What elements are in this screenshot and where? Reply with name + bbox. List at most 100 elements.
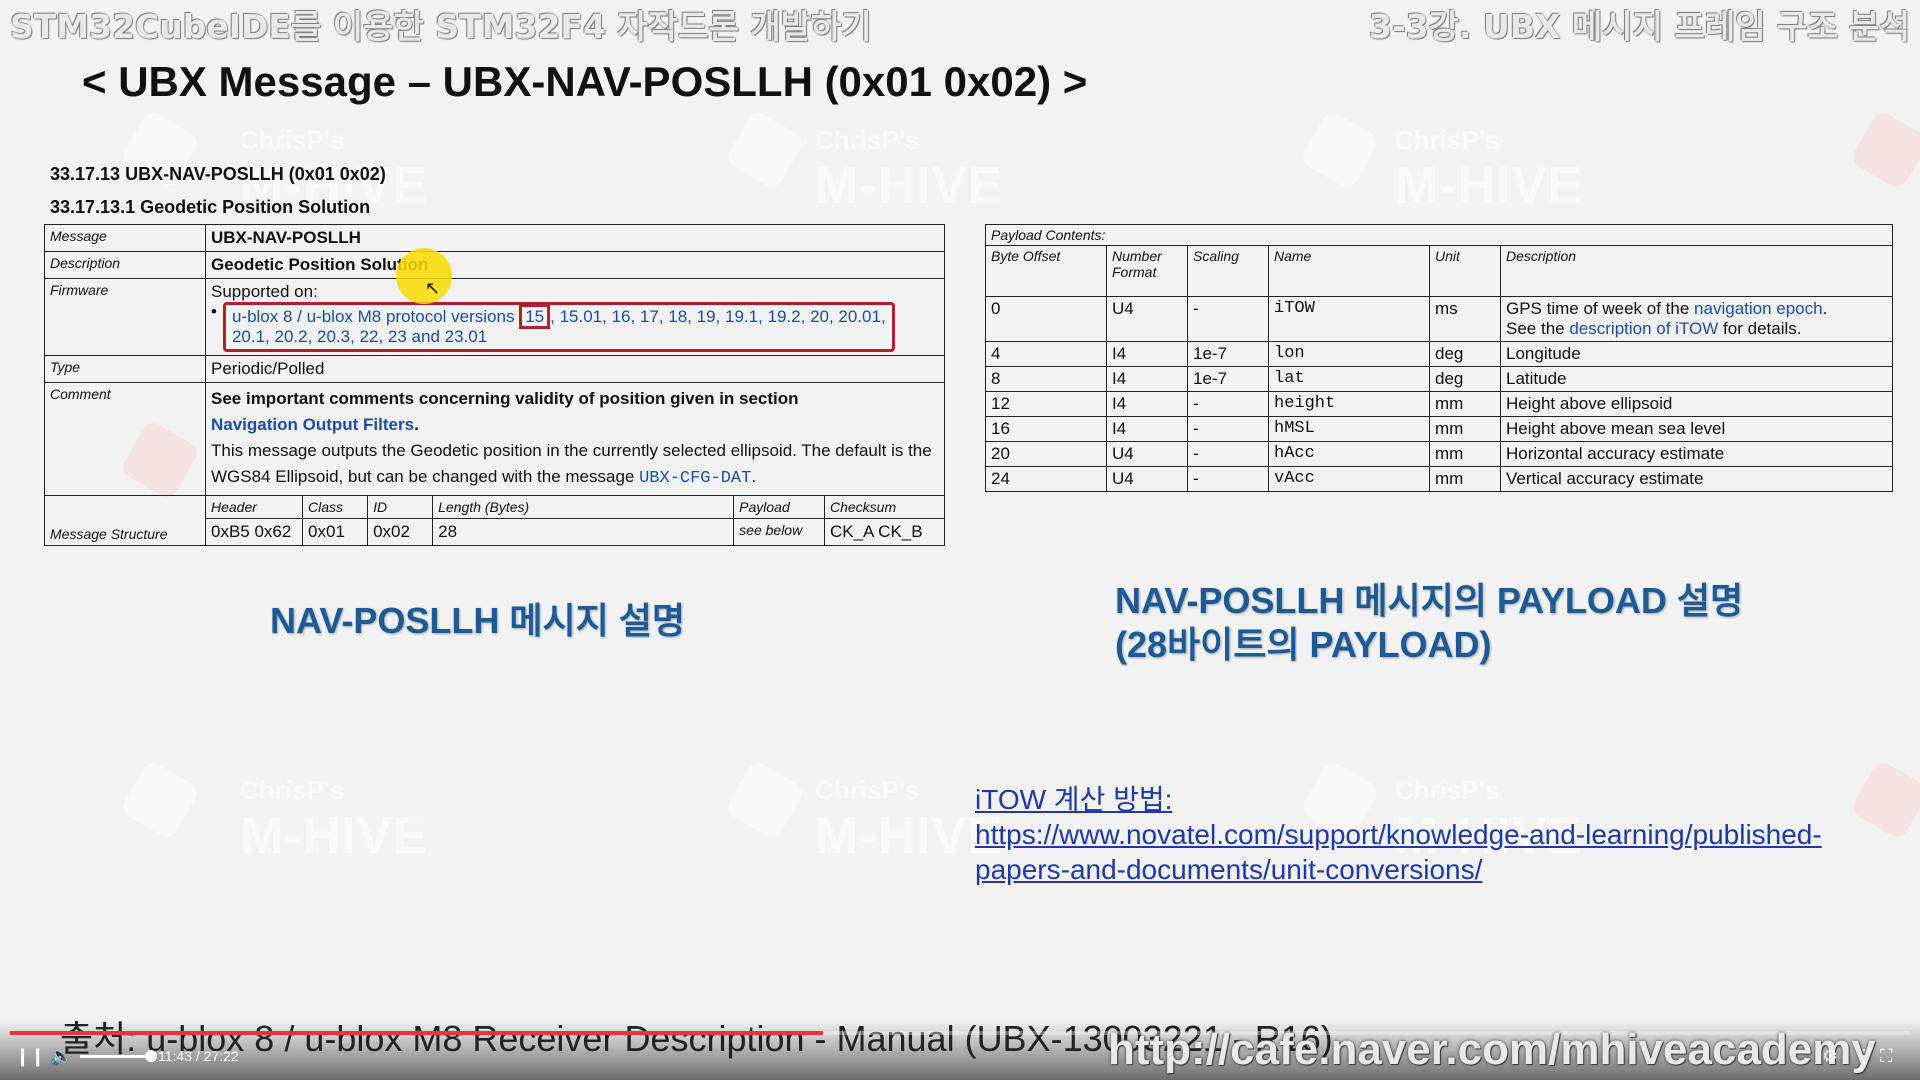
- row-label: Type: [44, 355, 206, 383]
- watermark-hex: [724, 109, 806, 191]
- struct-header: Length (Bytes): [432, 495, 735, 519]
- table-row: Description Geodetic Position Solution: [44, 251, 945, 279]
- firmware-versions: u-blox 8 / u-blox M8 protocol versions: [231, 307, 515, 326]
- cell-name: lon: [1268, 341, 1430, 367]
- cell-offset: 0: [985, 296, 1107, 342]
- payload-table: Payload Contents: Byte Offset Number For…: [985, 224, 1893, 492]
- cell-scaling: -: [1187, 391, 1269, 417]
- column-header: Number Format: [1106, 245, 1188, 297]
- table-row: 4 I4 1e-7 lon deg Longitude: [985, 341, 1893, 367]
- table-row: 0 U4 - iTOW ms GPS time of week of the n…: [985, 296, 1893, 342]
- cell-scaling: 1e-7: [1187, 341, 1269, 367]
- cell-unit: mm: [1429, 416, 1501, 442]
- comment-cell: See important comments concerning validi…: [205, 382, 945, 496]
- firmware-versions-end: 20.1, 20.2, 20.3, 22, 23 and 23.01: [231, 327, 488, 346]
- pause-icon[interactable]: ❙❙: [15, 1046, 45, 1068]
- subsection-heading: 33.17.13.1 Geodetic Position Solution: [50, 197, 371, 217]
- cell-offset: 16: [985, 416, 1107, 442]
- volume-slider[interactable]: [80, 1055, 150, 1058]
- time-display: 11:43 / 27:22: [158, 1048, 239, 1064]
- comment-bold: See important comments concerning validi…: [211, 389, 799, 408]
- lecture-title: 3-3강. UBX 메시지 프레임 구조 분석: [1369, 7, 1910, 46]
- cell-description: Vertical accuracy estimate: [1500, 466, 1893, 492]
- cell-name: vAcc: [1268, 466, 1430, 492]
- watermark-hex: [724, 759, 806, 841]
- table-row: Message Structure Header Class ID Length…: [44, 495, 946, 546]
- bullet: •: [211, 302, 217, 321]
- cell-format: U4: [1106, 296, 1188, 342]
- section-heading: 33.17.13 UBX-NAV-POSLLH (0x01 0x02): [50, 164, 386, 184]
- struct-value: 28: [432, 518, 735, 546]
- link-url-line2[interactable]: papers-and-documents/unit-conversions/: [975, 852, 1875, 887]
- cell-offset: 8: [985, 366, 1107, 392]
- row-label: Message: [44, 224, 206, 252]
- cell-unit: deg: [1429, 366, 1501, 392]
- cell-name: height: [1268, 391, 1430, 417]
- cell-unit: deg: [1429, 341, 1501, 367]
- navigation-output-filters-link[interactable]: Navigation Output Filters: [211, 415, 414, 434]
- message-name: UBX-NAV-POSLLH: [205, 224, 945, 252]
- payload-contents-label: Payload Contents:: [985, 224, 1893, 246]
- cell-offset: 20: [985, 441, 1107, 467]
- cell-offset: 24: [985, 466, 1107, 492]
- cell-unit: ms: [1429, 296, 1501, 342]
- watermark-logo: ChrisP's M-HIVE: [815, 125, 1003, 215]
- cell-format: U4: [1106, 441, 1188, 467]
- row-label: Firmware: [44, 278, 206, 356]
- fullscreen-icon[interactable]: ⛶: [1880, 1046, 1893, 1067]
- cell-scaling: -: [1187, 416, 1269, 442]
- firmware-supported: Supported on:: [211, 282, 318, 301]
- table-row: Comment See important comments concernin…: [44, 382, 945, 496]
- struct-value: CK_A CK_B: [823, 518, 946, 546]
- caption-payload-size: (28바이트의 PAYLOAD): [1115, 624, 1492, 665]
- itow-description-link[interactable]: description of iTOW: [1569, 319, 1718, 338]
- settings-icon[interactable]: ⚙: [1822, 1046, 1838, 1067]
- column-header: Name: [1268, 245, 1430, 297]
- table-row: Firmware Supported on: • u-blox 8 / u-bl…: [44, 278, 945, 356]
- progress-fill: [10, 1031, 824, 1035]
- period: .: [751, 467, 757, 486]
- link-url-line1[interactable]: https://www.novatel.com/support/knowledg…: [975, 817, 1875, 852]
- period: .: [414, 415, 419, 434]
- volume-icon[interactable]: 🔈: [50, 1046, 72, 1067]
- cursor-highlight: [396, 248, 452, 304]
- desc-text: GPS time of week of the: [1506, 299, 1690, 318]
- firmware-cell: Supported on: • u-blox 8 / u-blox M8 pro…: [205, 278, 945, 356]
- struct-header: ID: [367, 495, 434, 519]
- cell-format: I4: [1106, 341, 1188, 367]
- struct-header: Class: [302, 495, 369, 519]
- firmware-versions-highlight: u-blox 8 / u-blox M8 protocol versions 1…: [222, 302, 895, 352]
- cell-offset: 12: [985, 391, 1107, 417]
- cell-format: I4: [1106, 366, 1188, 392]
- period: .: [1822, 299, 1828, 318]
- cell-offset: 4: [985, 341, 1107, 367]
- table-row: 20 U4 - hAcc mm Horizontal accuracy esti…: [985, 441, 1893, 467]
- itow-reference-link[interactable]: iTOW 계산 방법: https://www.novatel.com/supp…: [975, 782, 1875, 887]
- cell-scaling: -: [1187, 296, 1269, 342]
- more-icon[interactable]: ⋮: [1855, 1046, 1873, 1067]
- description-value: Geodetic Position Solution: [205, 251, 945, 279]
- table-row: Message UBX-NAV-POSLLH: [44, 224, 945, 252]
- cell-description: Height above ellipsoid: [1500, 391, 1893, 417]
- column-header: Description: [1500, 245, 1893, 297]
- ubx-cfg-dat-link[interactable]: UBX-CFG-DAT: [639, 469, 751, 488]
- row-label: Message Structure: [44, 495, 206, 546]
- firmware-versions-cont: , 15.01, 16, 17, 18, 19, 19.1, 19.2, 20,…: [550, 307, 886, 326]
- struct-value: 0xB5 0x62: [204, 518, 304, 546]
- cell-name: hAcc: [1268, 441, 1430, 467]
- message-table: Message UBX-NAV-POSLLH Description Geode…: [44, 224, 946, 546]
- navigation-epoch-link[interactable]: navigation epoch: [1694, 299, 1823, 318]
- struct-value: 0x02: [367, 518, 434, 546]
- link-label[interactable]: iTOW 계산 방법:: [975, 782, 1875, 817]
- version-15-highlight: 15: [519, 304, 551, 329]
- cafe-url-watermark: http://cafe.naver.com/mhiveacademy: [1108, 1025, 1876, 1074]
- cell-scaling: -: [1187, 466, 1269, 492]
- table-row: Byte Offset Number Format Scaling Name U…: [985, 245, 1893, 297]
- watermark-hex: [1299, 109, 1381, 191]
- cell-unit: mm: [1429, 391, 1501, 417]
- cell-description: Height above mean sea level: [1500, 416, 1893, 442]
- table-row: 24 U4 - vAcc mm Vertical accuracy estima…: [985, 466, 1893, 492]
- table-row: Payload Contents:: [985, 224, 1893, 246]
- row-label: Description: [44, 251, 206, 279]
- volume-knob[interactable]: [145, 1050, 157, 1062]
